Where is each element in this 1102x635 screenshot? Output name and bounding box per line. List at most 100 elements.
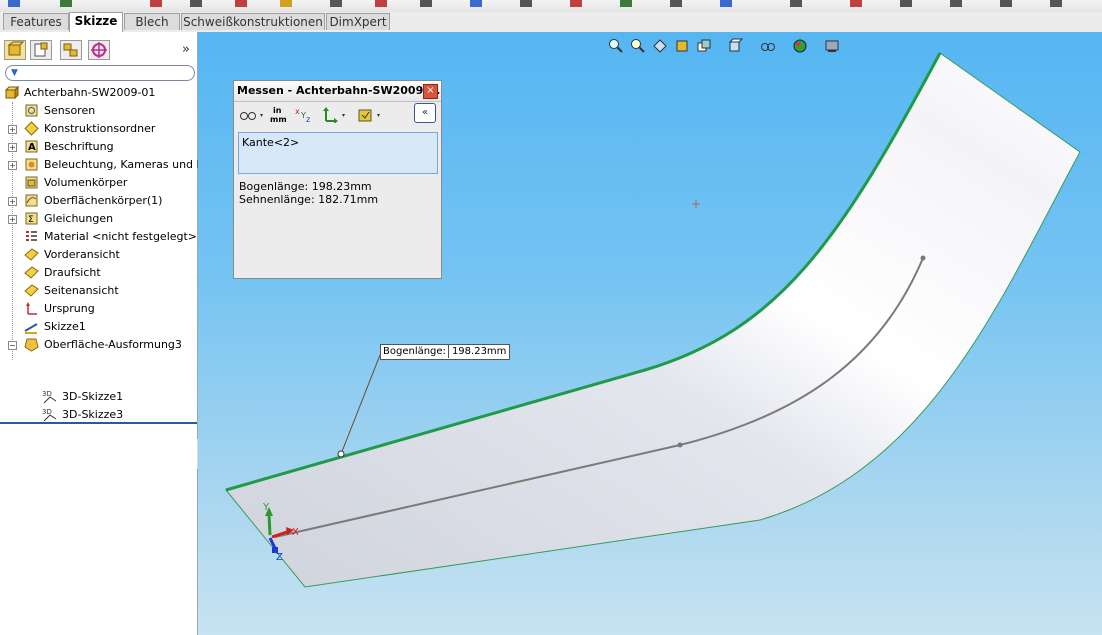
tree-item-label: Volumenkörper: [44, 176, 128, 189]
tree-item[interactable]: + Σ Gleichungen: [0, 210, 197, 228]
callout-anchor: [337, 450, 345, 458]
tree-item-label: Draufsicht: [44, 266, 101, 279]
tree-item[interactable]: Seitenansicht: [0, 282, 197, 300]
tree-item[interactable]: Draufsicht: [0, 264, 197, 282]
tree-root[interactable]: Achterbahn-SW2009-01: [0, 84, 197, 102]
tree-item-label: Oberflächenkörper(1): [44, 194, 163, 207]
3d-sketch-icon: 3D: [42, 408, 57, 422]
units-precision-icon[interactable]: inmm: [270, 105, 290, 123]
property-icon: [34, 42, 48, 57]
toolbar-icon[interactable]: [420, 0, 432, 7]
tree-item[interactable]: Material <nicht festgelegt>: [0, 228, 197, 246]
select-coordinate-system-icon[interactable]: [320, 105, 350, 123]
toolbar-icon[interactable]: [570, 0, 582, 7]
create-sensor-icon[interactable]: [356, 105, 386, 123]
collapse-icon[interactable]: −: [8, 341, 17, 350]
toolbar-icon[interactable]: [190, 0, 202, 7]
tree-item-label: 3D-Skizze1: [62, 390, 124, 403]
tree-item-label: Skizze1: [44, 320, 86, 333]
measure-dialog-title: Messen - Achterbahn-SW2009-...: [237, 84, 441, 97]
annotation-icon: A: [25, 140, 38, 153]
expand-icon[interactable]: +: [8, 143, 17, 152]
tree-item-label: Sensoren: [44, 104, 96, 117]
toolbar-icon[interactable]: [1050, 0, 1062, 7]
feature-manager-tab[interactable]: [4, 40, 26, 60]
toolbar-icon[interactable]: [470, 0, 482, 7]
tab-blech[interactable]: Blech: [124, 13, 180, 30]
feature-tree-icon: [7, 41, 25, 56]
origin-marker: [692, 200, 700, 208]
tree-item-label: Ursprung: [44, 302, 95, 315]
tree-item-label: Konstruktionsordner: [44, 122, 156, 135]
toolbar-icon[interactable]: [900, 0, 912, 7]
svg-text:A: A: [28, 142, 36, 153]
part-icon: [4, 85, 19, 100]
toolbar-icon[interactable]: [330, 0, 342, 7]
collapse-results-button[interactable]: «: [414, 103, 436, 123]
tree-child-3d-skizze1[interactable]: 3D 3D-Skizze1: [0, 388, 197, 406]
curve-point[interactable]: [677, 442, 683, 448]
result-chord-length: Sehnenlänge: 182.71mm: [239, 193, 379, 206]
tree-item[interactable]: + A Beschriftung: [0, 138, 197, 156]
tree-item[interactable]: Sensoren: [0, 102, 197, 120]
panel-divider: [0, 422, 197, 424]
dimxpert-manager-tab[interactable]: [88, 40, 110, 60]
callout-leader-line: [340, 354, 381, 455]
tree-filter-input[interactable]: ▼: [5, 65, 195, 81]
toolbar-icon[interactable]: [850, 0, 862, 7]
sketch-icon: [24, 323, 38, 334]
toolbar-icon[interactable]: [1000, 0, 1012, 7]
close-button[interactable]: ×: [423, 84, 438, 99]
toolbar-icon[interactable]: [620, 0, 632, 7]
tab-skizze[interactable]: Skizze: [69, 12, 123, 32]
sensor-icon: [25, 104, 38, 117]
tree-item[interactable]: + Oberflächenkörper(1): [0, 192, 197, 210]
configuration-icon: [63, 43, 78, 57]
toolbar-icon[interactable]: [8, 0, 20, 7]
tree-item[interactable]: − Oberfläche-Ausformung3: [0, 336, 197, 354]
toolbar-icon[interactable]: [235, 0, 247, 7]
svg-text:z: z: [306, 115, 310, 123]
measure-dialog-titlebar[interactable]: Messen - Achterbahn-SW2009-... ×: [234, 81, 441, 102]
tree-item[interactable]: + Beleuchtung, Kameras und Bühr: [0, 156, 223, 174]
selection-list[interactable]: Kante<2>: [238, 132, 438, 174]
toolbar-icon[interactable]: [150, 0, 162, 7]
tree-item[interactable]: Ursprung: [0, 300, 197, 318]
toolbar-icon[interactable]: [280, 0, 292, 7]
plane-icon: [24, 248, 39, 261]
expand-icon[interactable]: +: [8, 215, 17, 224]
tab-schweisskonstruktionen[interactable]: Schweißkonstruktionen: [181, 13, 325, 30]
tree-item-label: Beschriftung: [44, 140, 114, 153]
toolbar-icon[interactable]: [670, 0, 682, 7]
measure-toolbar: in mm xYz «: [236, 102, 439, 128]
expand-icon[interactable]: +: [8, 197, 17, 206]
folder-icon: [24, 121, 39, 136]
material-icon: [26, 231, 37, 241]
toolbar-icon[interactable]: [720, 0, 732, 7]
expand-icon[interactable]: +: [8, 161, 17, 170]
toolbar-icon[interactable]: [60, 0, 72, 7]
arc-circle-measurements-icon[interactable]: [239, 105, 265, 123]
tab-dimxpert[interactable]: DimXpert: [326, 13, 390, 30]
toolbar-icon[interactable]: [375, 0, 387, 7]
toolbar-icon[interactable]: [520, 0, 532, 7]
svg-text:mm: mm: [270, 115, 287, 123]
curve-endpoint[interactable]: [920, 255, 926, 261]
tree-item[interactable]: Skizze1: [0, 318, 197, 336]
xyz-distance-icon[interactable]: xYz: [294, 105, 314, 123]
measure-dialog: Messen - Achterbahn-SW2009-... × in mm xY…: [233, 80, 442, 279]
expand-panel-icon[interactable]: »: [182, 42, 190, 57]
tree-item[interactable]: Volumenkörper: [0, 174, 197, 192]
configuration-manager-tab[interactable]: [60, 40, 82, 60]
result-arc-length: Bogenlänge: 198.23mm: [239, 180, 372, 193]
toolbar-icon[interactable]: [790, 0, 802, 7]
expand-icon[interactable]: +: [8, 125, 17, 134]
tree-item[interactable]: + Konstruktionsordner: [0, 120, 197, 138]
toolbar-icon[interactable]: [950, 0, 962, 7]
selected-entity[interactable]: Kante<2>: [242, 136, 299, 149]
surface-body-icon: [25, 194, 38, 207]
property-manager-tab[interactable]: [30, 40, 52, 60]
tree-item[interactable]: Vorderansicht: [0, 246, 197, 264]
tree-item-label: Gleichungen: [44, 212, 114, 225]
tab-features[interactable]: Features: [3, 13, 69, 30]
